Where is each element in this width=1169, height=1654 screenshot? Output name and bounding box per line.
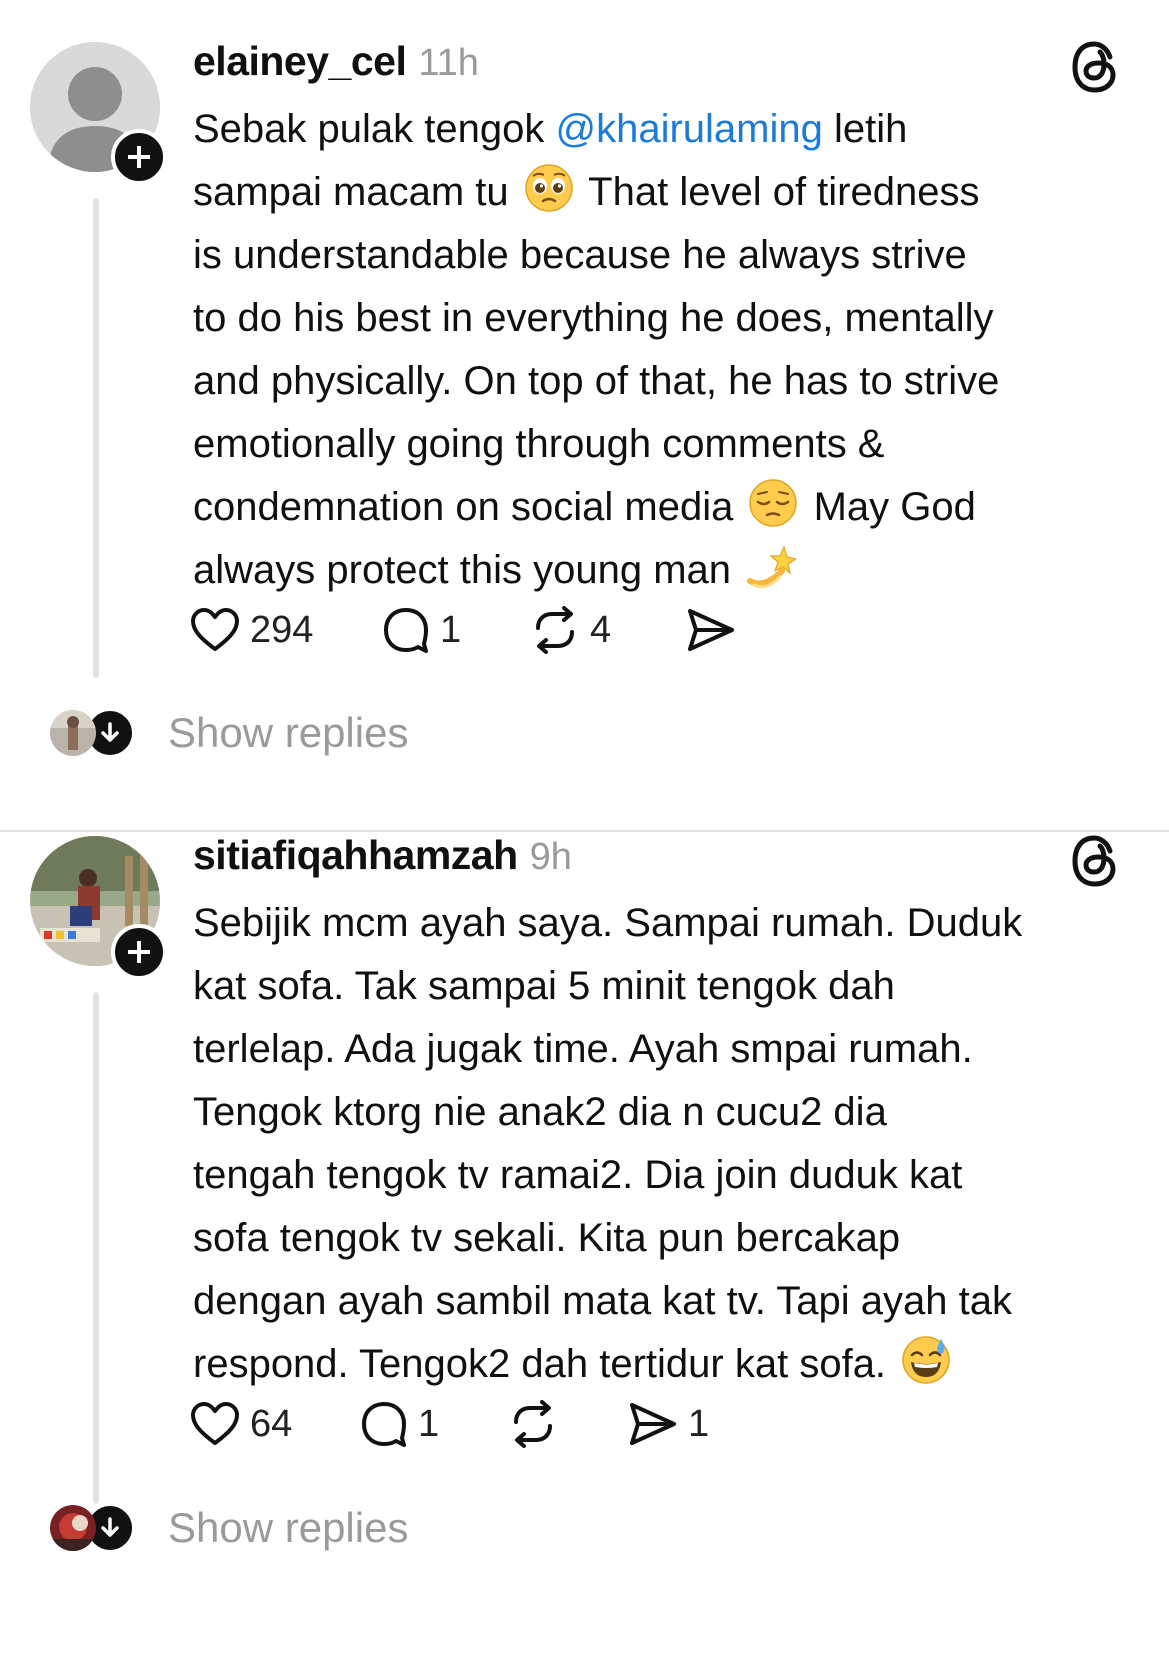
post-text: emotionally going through comments & (193, 422, 885, 466)
post-text: terlelap. Ada jugak time. Ayah smpai rum… (193, 1027, 973, 1071)
reply-button[interactable]: 1 (382, 602, 461, 658)
reply-avatar (50, 1505, 96, 1551)
reply-button[interactable]: 1 (360, 1396, 439, 1452)
repost-icon (514, 1400, 552, 1448)
send-icon (630, 1403, 676, 1445)
like-button[interactable]: 294 (190, 602, 313, 658)
plus-icon (128, 941, 150, 963)
send-icon (688, 609, 734, 651)
post-text: May God (802, 485, 976, 529)
post-text-line: is understandable because he always stri… (193, 224, 1143, 287)
post-text: Sebijik mcm ayah saya. Sampai rumah. Dud… (193, 901, 1023, 945)
like-count: 64 (250, 1402, 293, 1445)
share-button[interactable]: 1 (628, 1396, 709, 1452)
post-text-line: tengah tengok tv ramai2. Dia join duduk … (193, 1144, 1143, 1207)
show-replies-link[interactable]: Show replies (168, 1504, 408, 1552)
thread-post: elainey_cel 11h Sebak pulak tengok @khai… (0, 0, 1169, 830)
plus-icon (128, 146, 150, 168)
post-text-line: Sebijik mcm ayah saya. Sampai rumah. Dud… (193, 892, 1143, 955)
like-count: 294 (250, 608, 314, 651)
post-text-line: sampai macam tu That level of tiredness (193, 161, 1143, 224)
post-text: respond. Tengok2 dah tertidur kat sofa. (193, 1342, 898, 1386)
dizzy-icon (746, 541, 798, 591)
post-text: letih (822, 107, 908, 151)
post-text-line: and physically. On top of that, he has t… (193, 350, 1143, 413)
post-header: sitiafiqahhamzah 9h (193, 832, 572, 888)
repost-count: 4 (590, 608, 612, 651)
post-text-line: condemnation on social media May God (193, 476, 1143, 539)
follow-plus-button[interactable] (111, 129, 167, 185)
post-body: Sebijik mcm ayah saya. Sampai rumah. Dud… (193, 892, 1143, 1396)
post-text: Sebak pulak tengok (193, 107, 556, 151)
post-text-line: kat sofa. Tak sampai 5 minit tengok dah (193, 955, 1143, 1018)
show-replies-row[interactable]: Show replies (50, 703, 408, 763)
repost-button[interactable] (508, 1396, 568, 1452)
repost-button[interactable]: 4 (530, 602, 611, 658)
post-text-line: always protect this young man (193, 539, 1143, 602)
follow-plus-button[interactable] (111, 924, 167, 980)
post-text: sampai macam tu (193, 170, 520, 214)
post-text: kat sofa. Tak sampai 5 minit tengok dah (193, 964, 895, 1008)
post-text: and physically. On top of that, he has t… (193, 359, 1000, 403)
post-text: dengan ayah sambil mata kat tv. Tapi aya… (193, 1279, 1013, 1323)
timestamp: 11h (418, 42, 479, 84)
post-text: Tengok ktorg nie anak2 dia n cucu2 dia (193, 1090, 887, 1134)
post-text-line: terlelap. Ada jugak time. Ayah smpai rum… (193, 1018, 1143, 1081)
post-body: Sebak pulak tengok @khairulaming letih sa… (193, 98, 1143, 602)
mention-link[interactable]: @khairulaming (555, 107, 822, 151)
post-text-line: to do his best in everything he does, me… (193, 287, 1143, 350)
pleading-face-icon (524, 163, 574, 213)
share-button[interactable] (686, 602, 746, 658)
post-text: That level of tiredness (577, 170, 980, 214)
comment-icon (362, 1402, 406, 1447)
comment-icon (384, 608, 428, 653)
threads-logo-icon[interactable] (1070, 834, 1120, 888)
reply-count: 1 (418, 1402, 440, 1445)
post-text-line: respond. Tengok2 dah tertidur kat sofa. (193, 1333, 1143, 1396)
grinning-sweat-icon (901, 1335, 951, 1385)
username[interactable]: elainey_cel (193, 38, 407, 85)
show-replies-link[interactable]: Show replies (168, 709, 408, 757)
post-header: elainey_cel 11h (193, 38, 479, 94)
post-text: always protect this young man (193, 548, 743, 592)
thread-line (93, 198, 99, 678)
post-text-line: Tengok ktorg nie anak2 dia n cucu2 dia (193, 1081, 1143, 1144)
show-replies-row[interactable]: Show replies (50, 1498, 408, 1558)
like-button[interactable]: 64 (190, 1396, 292, 1452)
post-text-line: sofa tengok tv sekali. Kita pun bercakap (193, 1207, 1143, 1270)
repost-icon (536, 606, 574, 654)
arrow-down-icon (101, 1517, 119, 1537)
post-text: to do his best in everything he does, me… (193, 296, 994, 340)
thread-post: sitiafiqahhamzah 9h Sebijik mcm ayah say… (0, 832, 1169, 1654)
post-text-line: emotionally going through comments & (193, 413, 1143, 476)
share-count: 1 (688, 1402, 710, 1445)
post-text: condemnation on social media (193, 485, 745, 529)
pensive-face-icon (748, 478, 798, 528)
post-text: tengah tengok tv ramai2. Dia join duduk … (193, 1153, 963, 1197)
post-text: is understandable because he always stri… (193, 233, 967, 277)
reply-count: 1 (440, 608, 462, 651)
thread-line (93, 992, 99, 1504)
reply-avatar (50, 710, 96, 756)
heart-icon (191, 1402, 239, 1445)
arrow-down-icon (101, 722, 119, 742)
post-text-line: dengan ayah sambil mata kat tv. Tapi aya… (193, 1270, 1143, 1333)
post-text-line: Sebak pulak tengok @khairulaming letih (193, 98, 1143, 161)
timestamp: 9h (529, 836, 572, 878)
heart-icon (191, 608, 239, 651)
post-text: sofa tengok tv sekali. Kita pun bercakap (193, 1216, 901, 1260)
username[interactable]: sitiafiqahhamzah (193, 832, 518, 879)
threads-logo-icon[interactable] (1070, 40, 1120, 94)
